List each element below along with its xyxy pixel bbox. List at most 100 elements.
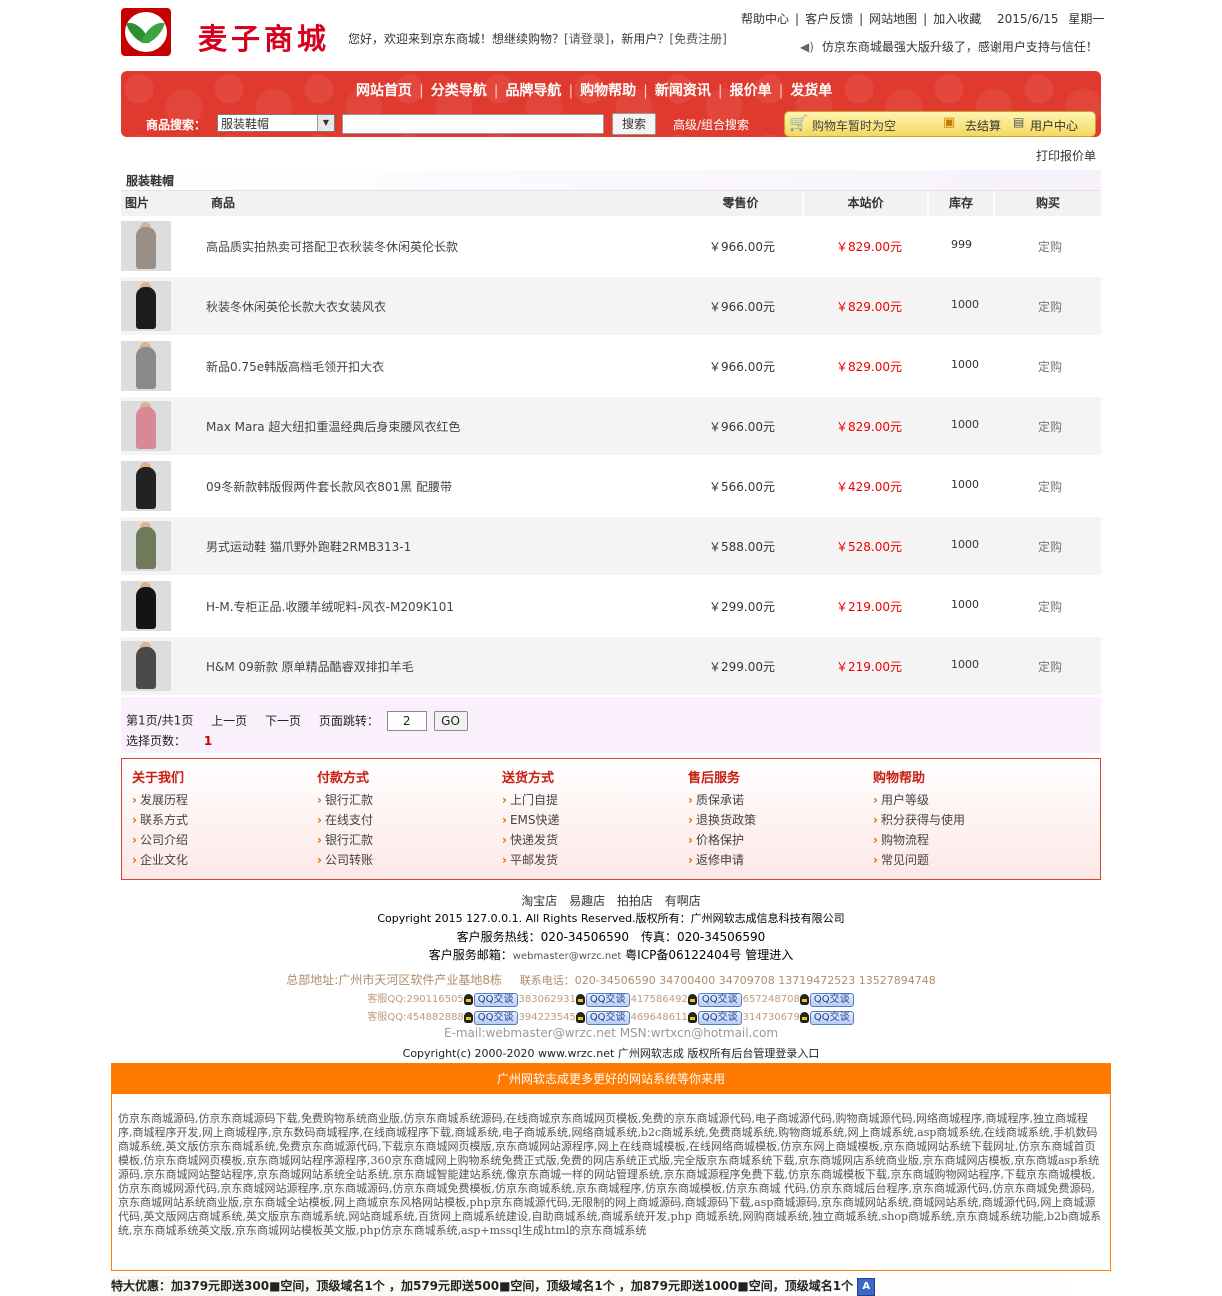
nav-news[interactable]: 新闻资讯 — [655, 83, 711, 99]
product-name[interactable]: 男式运动鞋 猫爪野外跑鞋2RMB313-1 — [206, 538, 411, 555]
nav-shopping-help[interactable]: 购物帮助 — [580, 83, 636, 99]
sitemap-link[interactable]: 网站地图 — [869, 12, 917, 26]
qq-chat-button[interactable]: QQ交谈 — [585, 993, 630, 1007]
product-name[interactable]: Max Mara 超大纽扣重温经典后身束腰风衣红色 — [206, 418, 460, 435]
order-button[interactable]: 定购 — [1038, 658, 1062, 675]
product-name[interactable]: 新品0.75e韩版高档毛领开扣大衣 — [206, 358, 384, 375]
nav-category[interactable]: 分类导航 — [431, 83, 487, 99]
register-link[interactable]: [免费注册] — [669, 32, 726, 46]
go-button[interactable]: GO — [433, 711, 468, 731]
font-size-icon[interactable]: A — [857, 1277, 876, 1296]
product-image[interactable] — [121, 461, 171, 511]
youa-shop-link[interactable]: 有啊店 — [665, 894, 701, 908]
help-link[interactable]: › 平邮发货 — [502, 850, 560, 870]
order-button[interactable]: 定购 — [1038, 238, 1062, 255]
search-button[interactable]: 搜索 — [612, 113, 656, 135]
order-button[interactable]: 定购 — [1038, 538, 1062, 555]
user-center-link[interactable]: 用户中心 — [1030, 117, 1078, 134]
product-name[interactable]: H-M.专柜正品.收腰羊绒呢料-风衣-M209K101 — [206, 598, 454, 615]
email-link[interactable]: webmaster@wrzc.net — [513, 951, 622, 962]
help-link[interactable]: › 在线支付 — [317, 810, 373, 830]
brand-name[interactable]: 麦子商城 — [198, 16, 330, 58]
help-link[interactable]: › 快递发货 — [502, 830, 560, 850]
stock-count: 1000 — [951, 298, 979, 311]
help-link[interactable]: › 银行汇款 — [317, 830, 373, 850]
help-link[interactable]: › 发展历程 — [132, 790, 188, 810]
qq-chat-button[interactable]: QQ交谈 — [473, 1011, 518, 1025]
feedback-link[interactable]: 客户反馈 — [805, 12, 853, 26]
help-link[interactable]: › 返修申请 — [688, 850, 756, 870]
qq-chat-button[interactable]: QQ交谈 — [697, 993, 742, 1007]
product-name[interactable]: 09冬新款韩版假两件套长款风衣801黑 配腰带 — [206, 478, 452, 495]
product-image[interactable] — [121, 401, 171, 451]
search-input[interactable] — [342, 114, 604, 134]
product-image[interactable] — [121, 641, 171, 691]
page-jump-input[interactable]: 2 — [386, 711, 427, 731]
login-link[interactable]: [请登录] — [564, 32, 609, 46]
help-link[interactable]: › 上门自提 — [502, 790, 560, 810]
order-button[interactable]: 定购 — [1038, 298, 1062, 315]
help-link[interactable]: › 常见问题 — [873, 850, 965, 870]
copyright-admin-text[interactable]: Copyright(c) 2000-2020 www.wrzc.net 广州网软… — [0, 1045, 1222, 1061]
advanced-search-link[interactable]: 高级/组合搜索 — [673, 116, 749, 133]
qq-chat-button[interactable]: QQ交谈 — [585, 1011, 630, 1025]
taobao-shop-link[interactable]: 淘宝店 — [521, 894, 557, 908]
nav-brand[interactable]: 品牌导航 — [505, 83, 561, 99]
help-link[interactable]: › 用户等级 — [873, 790, 965, 810]
product-image[interactable] — [121, 341, 171, 391]
table-row: 高品质实拍热卖可搭配卫衣秋装冬休闲英伦长款 ￥966.00元 ￥829.00元 999… — [121, 217, 1101, 275]
nav-shipping[interactable]: 发货单 — [790, 83, 832, 99]
stock-count: 1000 — [951, 478, 979, 491]
order-button[interactable]: 定购 — [1038, 478, 1062, 495]
nav-home[interactable]: 网站首页 — [356, 83, 412, 99]
help-link[interactable]: › 退换货政策 — [688, 810, 756, 830]
checkout-link[interactable]: 去结算 — [965, 117, 1001, 134]
product-image[interactable] — [121, 581, 171, 631]
product-name[interactable]: 高品质实拍热卖可搭配卫衣秋装冬休闲英伦长款 — [206, 238, 458, 255]
help-link[interactable]: › 价格保护 — [688, 830, 756, 850]
category-select[interactable]: 服装鞋帽 ▼ — [217, 114, 335, 132]
table-row: H&M 09新款 原单精品酷睿双排扣羊毛 ￥299.00元 ￥219.00元 1000… — [121, 637, 1101, 695]
page-jump-label: 页面跳转： — [318, 713, 379, 728]
favorite-link[interactable]: 加入收藏 — [933, 12, 981, 26]
order-button[interactable]: 定购 — [1038, 418, 1062, 435]
help-link[interactable]: › 银行汇款 — [317, 790, 373, 810]
prev-page-link[interactable]: 上一页 — [211, 714, 247, 728]
product-image[interactable] — [121, 521, 171, 571]
help-link[interactable]: › 公司转账 — [317, 850, 373, 870]
icp-admin-link[interactable]: 粤ICP备06122404号 管理进入 — [625, 948, 793, 962]
help-link[interactable]: › 质保承诺 — [688, 790, 756, 810]
help-column-title: 付款方式 — [317, 771, 370, 786]
help-link[interactable]: › 购物流程 — [873, 830, 965, 850]
paipai-shop-link[interactable]: 拍拍店 — [617, 894, 653, 908]
product-name[interactable]: 秋装冬休闲英伦长款大衣女装风衣 — [206, 298, 386, 315]
product-name[interactable]: H&M 09新款 原单精品酷睿双排扣羊毛 — [206, 658, 414, 675]
nav-quote[interactable]: 报价单 — [730, 83, 772, 99]
help-link[interactable]: › EMS快递 — [502, 810, 560, 830]
help-link[interactable]: › 积分获得与使用 — [873, 810, 965, 830]
arrow-icon: › — [688, 793, 693, 807]
next-page-link[interactable]: 下一页 — [265, 714, 301, 728]
chevron-down-icon[interactable]: ▼ — [317, 115, 334, 131]
arrow-icon: › — [132, 853, 137, 867]
help-link-label: 购物流程 — [880, 833, 929, 847]
qq-chat-button[interactable]: QQ交谈 — [809, 993, 854, 1007]
order-button[interactable]: 定购 — [1038, 598, 1062, 615]
help-link[interactable]: › 企业文化 — [132, 850, 188, 870]
qq-chat-button[interactable]: QQ交谈 — [697, 1011, 742, 1025]
help-center-link[interactable]: 帮助中心 — [741, 12, 789, 26]
help-link[interactable]: › 联系方式 — [132, 810, 188, 830]
help-link[interactable]: › 公司介绍 — [132, 830, 188, 850]
order-button[interactable]: 定购 — [1038, 358, 1062, 375]
current-page-link[interactable]: 1 — [204, 734, 212, 748]
print-quote-link[interactable]: 打印报价单 — [1036, 147, 1096, 164]
help-column-about: 关于我们 › 发展历程 › 联系方式 › 公司介绍 › 企业文化 — [132, 767, 188, 870]
cart-status[interactable]: 购物车暂时为空 — [812, 117, 896, 134]
promo-box: 广州网软志成更多更好的网站系统等你来用 仿京东商城源码,仿京东商城源码下载,免费… — [111, 1063, 1111, 1271]
site-logo[interactable] — [121, 8, 171, 56]
product-image[interactable] — [121, 281, 171, 331]
qq-chat-button[interactable]: QQ交谈 — [473, 993, 518, 1007]
eachnet-shop-link[interactable]: 易趣店 — [569, 894, 605, 908]
qq-chat-button[interactable]: QQ交谈 — [809, 1011, 854, 1025]
product-image[interactable] — [121, 221, 171, 271]
